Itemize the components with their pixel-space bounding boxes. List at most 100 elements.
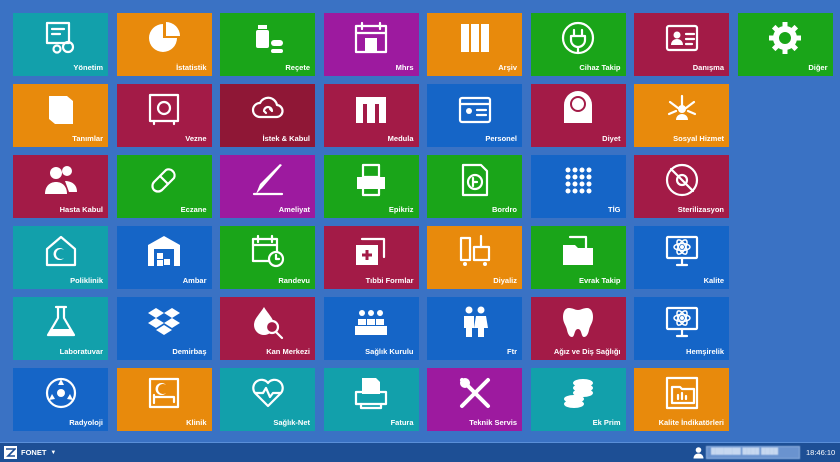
tile-vezne[interactable]: Vezne — [116, 84, 212, 147]
tile-label: Reçete — [285, 63, 310, 72]
tile-medula[interactable]: Medula — [323, 84, 419, 147]
wrench-screwdriver-icon — [427, 375, 522, 411]
tile-label: Poliklinik — [70, 276, 103, 285]
tile-label: Epikriz — [388, 205, 414, 214]
tile-label: Arşiv — [498, 63, 517, 72]
tile-label: Bordro — [492, 205, 517, 214]
tile-klinik[interactable]: Klinik — [116, 368, 212, 431]
tile-ftr[interactable]: Ftr — [427, 297, 522, 360]
tile-label: Sağlık Kurulu — [365, 347, 414, 356]
book-icon — [13, 91, 108, 127]
tile-label: Mhrs — [395, 63, 414, 72]
tile-tıbbi-formlar[interactable]: Tıbbi Formlar — [323, 226, 419, 289]
tile-label: Sosyal Hizmet — [673, 134, 724, 143]
tile-label: Ftr — [507, 347, 517, 356]
tile-bordro[interactable]: Bordro — [427, 155, 522, 218]
tile-label: İstek & Kabul — [262, 134, 310, 143]
tile-sosyal-hizmet[interactable]: Sosyal Hizmet — [634, 84, 729, 147]
warehouse-icon — [117, 233, 212, 269]
chevron-down-icon: ▼ — [50, 449, 57, 456]
tile-poliklinik[interactable]: Poliklinik — [13, 226, 108, 289]
tile-tanımlar[interactable]: Tanımlar — [13, 84, 108, 147]
user-icon — [693, 447, 704, 459]
tile-label: Diyet — [602, 134, 621, 143]
tile-label: Randevu — [278, 276, 310, 285]
tile-diyet[interactable]: Diyet — [530, 84, 626, 147]
tile-label: İstatistik — [176, 63, 207, 72]
tile-sterilizasyon[interactable]: Sterilizasyon — [634, 155, 729, 218]
tile-mhrs[interactable]: Mhrs — [323, 13, 419, 76]
user-name-field[interactable]: ███████ ████ ████ — [706, 446, 800, 459]
medula-logo-icon — [324, 91, 419, 127]
start-button[interactable]: FONET ▼ — [4, 445, 56, 460]
gear-icon — [738, 20, 833, 56]
tile-diğer[interactable]: Diğer — [737, 13, 833, 76]
elderly-couple-icon — [427, 304, 522, 340]
tile-radyoloji[interactable]: Radyoloji — [13, 368, 108, 431]
tile-personel[interactable]: Personel — [427, 84, 522, 147]
cloud-sync-icon — [220, 91, 315, 127]
tile-label: Cihaz Takip — [579, 63, 621, 72]
tile-label: Sterilizasyon — [677, 205, 724, 214]
coins-icon — [531, 375, 626, 411]
tile-label: Personel — [485, 134, 517, 143]
tile-ek-prim[interactable]: Ek Prim — [530, 368, 626, 431]
tile-cihaz-takip[interactable]: Cihaz Takip — [530, 13, 626, 76]
tile-label: Hasta Kabul — [59, 205, 103, 214]
tile-label: Kalite — [703, 276, 724, 285]
calendar-clock-icon — [220, 233, 315, 269]
fonet-logo-icon — [4, 446, 17, 459]
tooth-icon — [531, 304, 626, 340]
tile-ti-g[interactable]: TİG — [530, 155, 626, 218]
tile-i-statistik[interactable]: İstatistik — [116, 13, 212, 76]
tile-label: Demirbaş — [172, 347, 207, 356]
clock: 18:46:10 — [806, 448, 836, 457]
tile-label: TİG — [608, 205, 621, 214]
tile-label: Diyaliz — [493, 276, 517, 285]
tile-yönetim[interactable]: Yönetim — [13, 13, 108, 76]
hospital-bed-icon — [117, 375, 212, 411]
tile-danışma[interactable]: Danışma — [634, 13, 729, 76]
tile-label: Kalite İndikatörleri — [658, 418, 724, 427]
tile-hemşirelik[interactable]: Hemşirelik — [634, 297, 729, 360]
tile-sağlık-net[interactable]: Sağlık-Net — [220, 368, 315, 431]
tile-label: Medula — [387, 134, 414, 143]
tile-label: Ambar — [182, 276, 207, 285]
tile-sağlık-kurulu[interactable]: Sağlık Kurulu — [323, 297, 419, 360]
tile-fatura[interactable]: Fatura — [323, 368, 419, 431]
tile-reçete[interactable]: Reçete — [220, 13, 315, 76]
tile-i-stek-kabul[interactable]: İstek & Kabul — [220, 84, 315, 147]
dot-grid-icon — [531, 162, 626, 198]
tile-label: Laboratuvar — [59, 347, 103, 356]
calendar-hospital-icon — [324, 20, 419, 56]
tile-label: Ek Prim — [592, 418, 621, 427]
tile-label: Kan Merkezi — [266, 347, 310, 356]
tile-ameliyat[interactable]: Ameliyat — [220, 155, 315, 218]
folder-documents-icon — [531, 233, 626, 269]
start-label: FONET — [21, 448, 47, 457]
tile-arşiv[interactable]: Arşiv — [427, 13, 522, 76]
tile-epikriz[interactable]: Epikriz — [323, 155, 419, 218]
tile-laboratuvar[interactable]: Laboratuvar — [13, 297, 108, 360]
tile-ambar[interactable]: Ambar — [116, 226, 212, 289]
tile-teknik-servis[interactable]: Teknik Servis — [427, 368, 522, 431]
tile-hasta-kabul[interactable]: Hasta Kabul — [13, 155, 108, 218]
tile-diyaliz[interactable]: Diyaliz — [427, 226, 522, 289]
tile-ağız-ve-diş-sağlığı[interactable]: Ağız ve Diş Sağlığı — [530, 297, 626, 360]
medical-folders-icon — [324, 233, 419, 269]
tile-kan-merkezi[interactable]: Kan Merkezi — [220, 297, 315, 360]
dropbox-icon — [117, 304, 212, 340]
tile-randevu[interactable]: Randevu — [220, 226, 315, 289]
tile-label: Diğer — [808, 63, 828, 72]
patients-icon — [13, 162, 108, 198]
tile-demirbaş[interactable]: Demirbaş — [116, 297, 212, 360]
tile-kalite[interactable]: Kalite — [634, 226, 729, 289]
tile-eczane[interactable]: Eczane — [116, 155, 212, 218]
tile-evrak-takip[interactable]: Evrak Takip — [530, 226, 626, 289]
tile-label: Teknik Servis — [469, 418, 517, 427]
tile-label: Vezne — [185, 134, 207, 143]
payroll-document-icon — [427, 162, 522, 198]
tile-label: Evrak Takip — [578, 276, 621, 285]
tile-kalite-i-ndikatörleri[interactable]: Kalite İndikatörleri — [634, 368, 729, 431]
capsule-icon — [117, 162, 212, 198]
